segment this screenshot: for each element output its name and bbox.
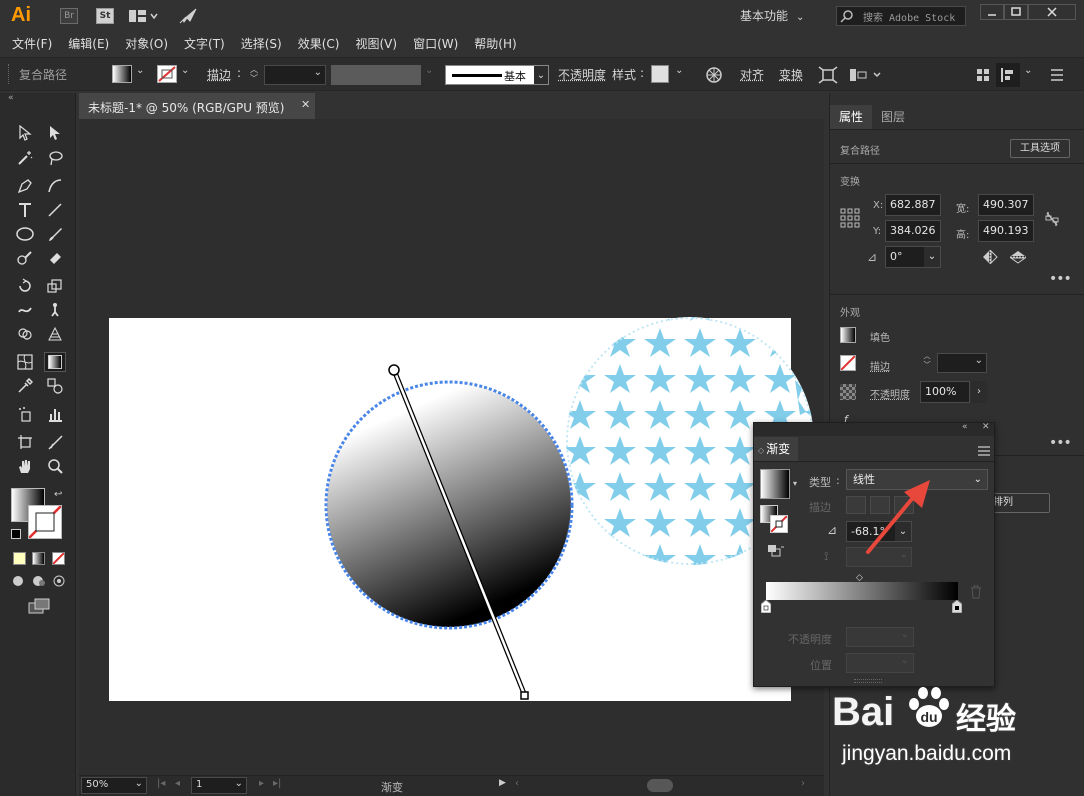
appearance-opacity-label[interactable]: 不透明度 (870, 386, 910, 401)
gradient-panel-header[interactable]: « ✕ (754, 422, 994, 436)
opacity-expand-icon[interactable]: › (971, 381, 987, 403)
y-label: Y: (873, 226, 882, 237)
artboard-number-dropdown[interactable]: 1 ⌄ (191, 777, 247, 794)
stop-location-input: ⌄ (846, 653, 914, 673)
gradient-stroke-swatch[interactable] (770, 515, 788, 533)
appearance-stroke-stepper[interactable]: ︿ ﹀ (920, 352, 934, 372)
zoom-level-dropdown[interactable]: 50% ⌄ (81, 777, 147, 794)
next-artboard-icon[interactable]: ▸ (259, 778, 264, 789)
appearance-fill-swatch[interactable] (840, 327, 856, 343)
gradient-panel-menu-icon[interactable] (978, 445, 990, 456)
constrain-proportions-icon[interactable] (1044, 210, 1060, 228)
status-bar: 50% ⌄ |◂ ◂ 1 ⌄ ▸ ▸| 渐变 ▶ ‹ › (79, 775, 824, 796)
gradient-stop-start[interactable] (760, 599, 772, 614)
gradient-panel-tab[interactable]: ◇ 渐变 (754, 437, 798, 461)
gradient-origin-handle[interactable] (388, 364, 400, 376)
gradient-preview-thumbnail[interactable] (760, 469, 790, 499)
transform-more-options-icon[interactable]: ••• (1049, 271, 1072, 287)
appearance-section-title: 外观 (840, 308, 860, 319)
baidu-brand-suffix: 经验 (956, 702, 1016, 737)
status-menu-icon[interactable]: ▶ (499, 778, 506, 788)
rotate-input[interactable]: 0° ⌄ (885, 246, 941, 268)
appearance-stroke-weight[interactable]: ⌄ (937, 353, 987, 373)
height-input[interactable]: 490.193 (978, 220, 1034, 242)
x-input[interactable]: 682.887 (885, 194, 941, 216)
tab-layers[interactable]: 图层 (872, 105, 914, 129)
previous-artboard-icon[interactable]: ◂ (175, 778, 180, 789)
appearance-stroke-swatch[interactable] (840, 355, 856, 371)
reverse-gradient-icon[interactable] (767, 544, 785, 558)
gradient-stroke-label: 描边 (809, 501, 831, 514)
baidu-url: jingyan.baidu.com (842, 742, 1012, 765)
panel-resize-grip[interactable] (854, 679, 882, 683)
horizontal-scrollbar-thumb[interactable] (647, 779, 673, 792)
gradient-preset-dropdown-icon[interactable]: ▾ (793, 479, 797, 488)
width-label: 宽: (956, 204, 970, 215)
aspect-ratio-icon: ⟟ (824, 549, 829, 563)
gradient-end-handle[interactable] (520, 691, 529, 700)
arrange-button[interactable]: 排列 (990, 493, 1050, 513)
baidu-paw-icon: du (904, 684, 954, 734)
last-artboard-icon[interactable]: ▸| (273, 778, 281, 789)
y-input[interactable]: 384.026 (885, 220, 941, 242)
stop-opacity-label: 不透明度 (788, 633, 832, 646)
scroll-left-icon[interactable]: ‹ (515, 778, 519, 789)
tab-properties[interactable]: 属性 (830, 105, 872, 129)
scroll-right-icon[interactable]: › (801, 778, 805, 789)
tool-options-button[interactable]: 工具选项 (1010, 139, 1070, 158)
gradient-stop-end[interactable] (951, 599, 963, 614)
appearance-opacity-icon (840, 384, 856, 400)
stop-location-label: 位置 (810, 659, 832, 672)
flip-vertical-icon[interactable] (1009, 250, 1027, 264)
width-input[interactable]: 490.307 (978, 194, 1034, 216)
selected-object-type: 复合路径 (840, 146, 880, 157)
flip-horizontal-icon[interactable] (982, 249, 998, 265)
first-artboard-icon[interactable]: |◂ (157, 778, 165, 789)
panel-close-icon[interactable]: ✕ (982, 422, 990, 432)
appearance-opacity-input[interactable]: 100% (920, 381, 970, 403)
svg-text:du: du (920, 709, 937, 725)
gradient-type-label: 类型 (809, 476, 831, 489)
delete-stop-icon (970, 585, 982, 599)
angle-icon: ⊿ (827, 523, 838, 537)
red-annotation-arrow (866, 480, 930, 554)
appearance-fill-label: 填色 (870, 333, 890, 344)
baidu-watermark: Bai du 经验 jingyan.baidu.com (832, 687, 1082, 790)
appearance-stroke-label[interactable]: 描边 (870, 358, 890, 373)
gradient-slider[interactable] (766, 582, 958, 600)
x-label: X: (873, 200, 884, 211)
height-label: 高: (956, 230, 970, 241)
panel-collapse-icon[interactable]: « (962, 422, 968, 432)
transform-section-title: 变换 (840, 177, 860, 188)
rotate-angle-icon: ⊿ (867, 250, 878, 264)
reference-point-icon[interactable] (840, 208, 860, 228)
appearance-more-options-icon[interactable]: ••• (1049, 435, 1072, 451)
stop-opacity-input: ⌄ (846, 627, 914, 647)
baidu-brand-text: Bai (832, 690, 895, 734)
current-tool-status: 渐变 (381, 781, 403, 794)
